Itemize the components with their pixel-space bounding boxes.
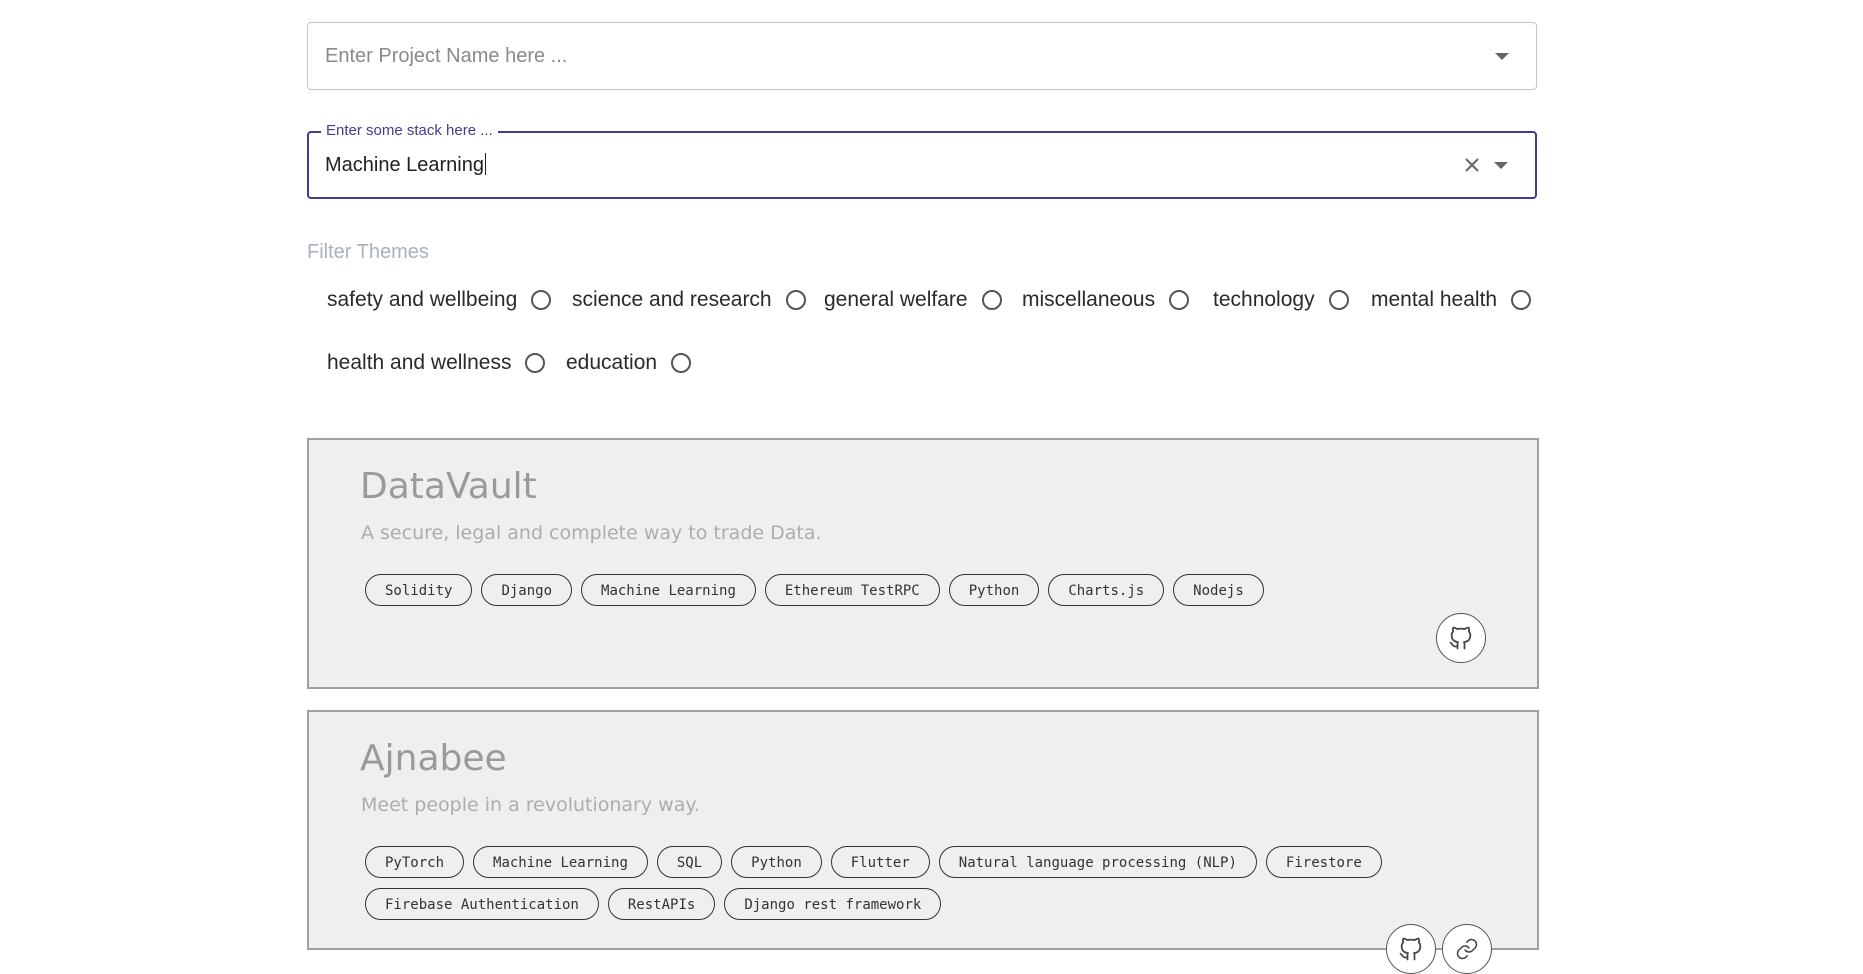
tech-tag: Nodejs [1173,574,1264,606]
radio-unchecked-icon[interactable] [671,353,692,373]
tech-tag-list: Solidity Django Machine Learning Ethereu… [365,574,1477,606]
theme-option-mental-health[interactable]: mental health [1371,288,1532,312]
project-title: DataVault [360,466,537,507]
theme-option-miscellaneous[interactable]: miscellaneous [1022,288,1190,312]
github-icon [1399,937,1422,961]
theme-option-general-welfare[interactable]: general welfare [824,288,1002,312]
project-name-field[interactable]: Enter Project Name here ... [307,22,1537,90]
tech-tag: Machine Learning [473,846,648,878]
project-name-input[interactable]: Enter Project Name here ... [325,44,567,68]
tech-tag: Charts.js [1048,574,1165,606]
theme-label: education [566,351,658,374]
theme-label: science and research [572,288,772,311]
theme-label: health and wellness [327,351,512,374]
close-icon[interactable] [1461,154,1483,176]
project-card-datavault[interactable]: DataVault A secure, legal and complete w… [307,438,1539,689]
radio-unchecked-icon[interactable] [981,290,1002,310]
chevron-down-icon[interactable] [1495,53,1509,60]
tech-tag: SQL [656,846,723,878]
tech-tag: Python [731,846,822,878]
theme-label: technology [1213,288,1315,311]
project-card-ajnabee[interactable]: Ajnabee Meet people in a revolutionary w… [307,710,1539,974]
tech-tag: Machine Learning [581,574,756,606]
theme-option-technology[interactable]: technology [1213,288,1349,312]
tech-tag: Django rest framework [724,888,942,920]
radio-unchecked-icon[interactable] [785,290,806,310]
tech-tag-list: PyTorch Machine Learning SQL Python Flut… [365,846,1477,920]
tech-tag: RestAPIs [607,888,716,920]
tech-tag: Solidity [365,574,473,606]
radio-unchecked-icon[interactable] [525,353,546,373]
github-link-button[interactable] [1386,924,1436,974]
theme-label: mental health [1371,288,1498,311]
tech-tag: Natural language processing (NLP) [938,846,1257,878]
tech-tag: Django [481,574,573,606]
radio-unchecked-icon[interactable] [1511,290,1532,310]
project-title: Ajnabee [360,738,507,779]
stack-input[interactable]: Machine Learning [325,153,486,177]
tech-tag: Flutter [830,846,930,878]
stack-input-value: Machine Learning [325,154,484,176]
theme-option-health-and-wellness[interactable]: health and wellness [327,351,546,375]
tech-tag: Python [948,574,1040,606]
tech-tag: PyTorch [365,846,465,878]
radio-unchecked-icon[interactable] [1328,290,1349,310]
theme-label: safety and wellbeing [327,288,518,311]
project-description: Meet people in a revolutionary way. [361,794,700,816]
text-caret [485,153,486,175]
theme-option-education[interactable]: education [566,351,692,375]
theme-label: general welfare [824,288,968,311]
github-icon [1449,626,1472,650]
radio-unchecked-icon[interactable] [531,290,552,310]
external-link-button[interactable] [1442,924,1492,974]
tech-tag: Ethereum TestRPC [764,574,940,606]
project-description: A secure, legal and complete way to trad… [361,522,822,544]
theme-option-safety-and-wellbeing[interactable]: safety and wellbeing [327,288,552,312]
theme-label: miscellaneous [1022,288,1156,311]
stack-field[interactable]: Enter some stack here ... Machine Learni… [307,122,1537,199]
stack-field-label: Enter some stack here ... [321,122,498,140]
tech-tag: Firebase Authentication [365,888,599,920]
filter-themes-heading: Filter Themes [307,241,429,263]
tech-tag: Firestore [1265,846,1382,878]
github-link-button[interactable] [1436,613,1486,663]
radio-unchecked-icon[interactable] [1169,290,1190,310]
link-icon [1456,938,1478,960]
chevron-down-icon[interactable] [1494,162,1508,169]
theme-option-science-and-research[interactable]: science and research [572,288,806,312]
